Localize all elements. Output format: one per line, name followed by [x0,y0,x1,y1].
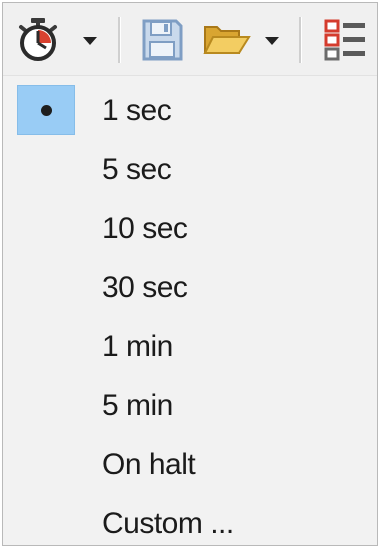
selection-gutter [17,85,75,135]
toolbar-separator [299,17,302,63]
refresh-interval-button[interactable] [15,17,63,63]
toolbar [3,3,377,76]
chevron-down-icon[interactable] [265,37,279,45]
menu-item-label: On halt [102,448,196,481]
menu-item-on-halt[interactable]: On halt [3,433,377,492]
menu-item-label: 5 min [102,389,173,422]
menu-item-label: 1 min [102,330,173,363]
menu-item-label: 5 sec [102,153,172,186]
menu-item-label: Custom ... [102,507,234,540]
list-view-icon [324,19,365,61]
chevron-down-icon[interactable] [83,37,97,45]
list-view-button[interactable] [323,17,369,63]
menu-item-label: 30 sec [102,271,188,304]
radio-dot-icon [41,105,52,116]
menu-item-10-sec[interactable]: 10 sec [3,197,377,256]
save-icon [142,19,183,61]
window-frame: 1 sec 5 sec 10 sec 30 sec 1 min 5 min On… [2,2,378,546]
menu-item-5-sec[interactable]: 5 sec [3,138,377,197]
toolbar-separator [118,17,121,63]
menu-item-custom[interactable]: Custom ... [3,492,377,551]
menu-item-30-sec[interactable]: 30 sec [3,256,377,315]
stopwatch-icon [19,18,57,61]
open-button[interactable] [201,17,253,63]
menu-item-label: 1 sec [102,94,172,127]
save-button[interactable] [139,17,185,63]
menu-item-5-min[interactable]: 5 min [3,374,377,433]
menu-item-1-sec[interactable]: 1 sec [3,79,377,138]
menu-item-1-min[interactable]: 1 min [3,315,377,374]
refresh-interval-menu: 1 sec 5 sec 10 sec 30 sec 1 min 5 min On… [3,79,377,551]
menu-item-label: 10 sec [102,212,188,245]
open-folder-icon [203,26,251,54]
